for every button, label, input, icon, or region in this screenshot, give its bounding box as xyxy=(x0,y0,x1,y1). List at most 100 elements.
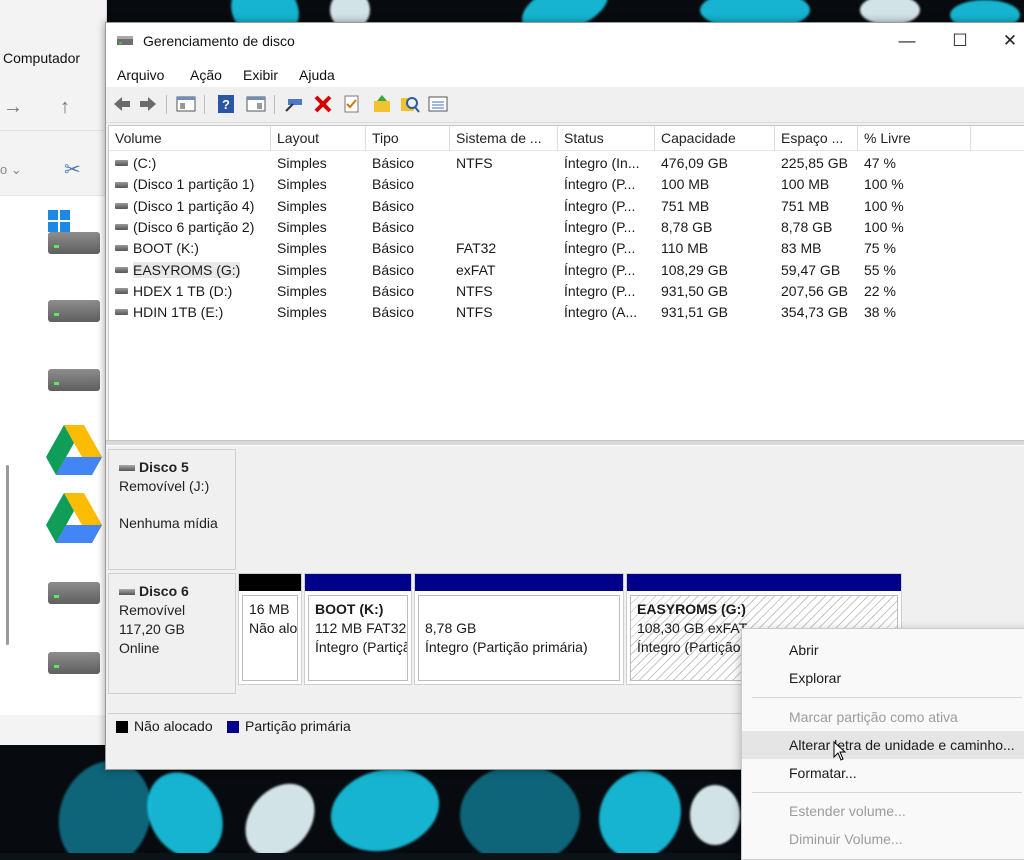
menu-ajuda[interactable]: Ajuda xyxy=(299,67,335,83)
pane-splitter[interactable] xyxy=(106,440,1024,446)
cell-capacidade: 108,29 GB xyxy=(655,260,775,281)
view-dropdown[interactable]: o ⌄ xyxy=(0,162,22,178)
disk-5-label[interactable]: Disco 5 Removível (J:) Nenhuma mídia xyxy=(108,449,236,570)
cell-text: 354,73 GB xyxy=(781,304,848,321)
drive-icon[interactable] xyxy=(48,300,100,322)
disk-state: Nenhuma mídia xyxy=(119,515,218,531)
explorer-scrollbar[interactable] xyxy=(6,465,9,645)
forward-arrow-icon[interactable]: → xyxy=(3,96,23,119)
cell-text: 75 % xyxy=(864,240,896,257)
table-row[interactable]: (Disco 1 partição 1) Simples Básico Íntegro… xyxy=(109,174,1024,195)
forward-arrow-icon[interactable] xyxy=(138,95,158,113)
cell-text: (C:) xyxy=(133,155,157,171)
column-header-livre[interactable]: % Livre xyxy=(858,126,971,150)
cell-fs: exFAT xyxy=(450,260,558,281)
column-header-capacidade[interactable]: Capacidade xyxy=(655,126,775,150)
cell-text: 100 % xyxy=(864,197,904,214)
cell-text: Simples xyxy=(277,282,327,299)
disk-6-label[interactable]: Disco 6 Removível 117,20 GB Online xyxy=(108,573,236,694)
search-icon[interactable] xyxy=(400,95,420,113)
table-row[interactable]: HDEX 1 TB (D:) Simples Básico NTFS Íntegro (… xyxy=(109,281,1024,302)
volume-icon xyxy=(115,160,128,167)
disk-icon xyxy=(119,588,135,595)
file-explorer-window: Computador → ↑ o ⌄ ✂ xyxy=(0,0,107,745)
column-header-status[interactable]: Status xyxy=(558,126,655,150)
connect-icon[interactable] xyxy=(284,95,304,113)
menu-acao[interactable]: Ação xyxy=(190,67,222,83)
cut-icon[interactable]: ✂ xyxy=(64,157,81,182)
up-folder-icon[interactable] xyxy=(372,95,392,113)
minimize-button[interactable]: — xyxy=(883,23,931,60)
drive-icon[interactable] xyxy=(48,369,100,391)
menu-item-alterar-letra[interactable]: Alterar letra de unidade e caminho... xyxy=(742,731,1024,759)
cell-fs xyxy=(450,196,558,217)
cell-text: BOOT (K:) xyxy=(133,240,199,257)
table-row[interactable]: EASYROMS (G:) Simples Básico exFAT Íntegro (… xyxy=(109,260,1024,281)
cell-espaco: 225,85 GB xyxy=(775,153,858,174)
legend-unallocated: Não alocado xyxy=(134,718,213,734)
delete-icon[interactable] xyxy=(313,95,333,113)
cell-livre: 22 % xyxy=(858,281,971,302)
menu-item-explorar[interactable]: Explorar xyxy=(742,664,1024,692)
cell-text: 55 % xyxy=(864,261,896,278)
cell-text: Íntegro (P... xyxy=(564,176,636,193)
disk-size: 117,20 GB xyxy=(119,621,185,637)
table-row[interactable]: (Disco 1 partição 4) Simples Básico Íntegro… xyxy=(109,196,1024,217)
partition-unallocated[interactable]: 16 MB Não alocado xyxy=(238,573,302,685)
google-drive-icon[interactable] xyxy=(46,493,102,543)
drive-icon[interactable] xyxy=(48,582,100,604)
cell-text: FAT32 xyxy=(456,240,497,257)
cell-text: Básico xyxy=(372,155,415,171)
cell-livre: 55 % xyxy=(858,260,971,281)
cell-text: NTFS xyxy=(456,282,493,299)
cell-capacidade: 751 MB xyxy=(655,196,775,217)
up-arrow-icon[interactable]: ↑ xyxy=(60,96,70,119)
cell-livre: 100 % xyxy=(858,196,971,217)
cell-text: Íntegro (P... xyxy=(564,240,636,257)
cell-volume: HDIN 1TB (E:) xyxy=(109,302,271,323)
cell-text: 931,50 GB xyxy=(661,282,728,299)
drive-icon[interactable] xyxy=(48,232,100,254)
properties-icon[interactable] xyxy=(246,95,266,113)
table-row[interactable]: HDIN 1TB (E:) Simples Básico NTFS Íntegro (A… xyxy=(109,302,1024,323)
cell-tipo: Básico xyxy=(366,302,450,323)
check-icon[interactable] xyxy=(342,95,362,113)
drive-icon[interactable] xyxy=(48,652,100,674)
cell-text: 47 % xyxy=(864,155,896,171)
disk-type: Removível (J:) xyxy=(119,478,210,494)
cell-fs: NTFS xyxy=(450,302,558,323)
help-icon[interactable]: ? xyxy=(216,95,236,113)
maximize-button[interactable]: ☐ xyxy=(936,23,984,60)
volume-list: Volume Layout Tipo Sistema de ... Status… xyxy=(108,125,1024,441)
table-row[interactable]: (Disco 6 partição 2) Simples Básico Íntegro… xyxy=(109,217,1024,238)
column-header-layout[interactable]: Layout xyxy=(271,126,366,150)
console-tree-icon[interactable] xyxy=(176,95,196,113)
cell-livre: 75 % xyxy=(858,238,971,259)
column-header-sistema[interactable]: Sistema de ... xyxy=(450,126,558,150)
cell-text: 8,78 GB xyxy=(781,218,833,235)
menu-item-abrir[interactable]: Abrir xyxy=(742,636,1024,664)
menu-exibir[interactable]: Exibir xyxy=(243,67,278,83)
cell-fs xyxy=(450,174,558,195)
close-button[interactable]: ✕ xyxy=(986,23,1024,60)
partition-primary[interactable]: 8,78 GB Íntegro (Partição primária) xyxy=(414,573,624,685)
google-drive-icon[interactable] xyxy=(46,425,102,475)
cell-volume: (C:) xyxy=(109,153,271,174)
table-row[interactable]: BOOT (K:) Simples Básico FAT32 Íntegro (P...… xyxy=(109,238,1024,259)
column-header-tipo[interactable]: Tipo xyxy=(366,126,450,150)
cell-text: Íntegro (P... xyxy=(564,197,636,214)
cell-tipo: Básico xyxy=(366,281,450,302)
back-arrow-icon[interactable] xyxy=(112,95,132,113)
partition-size: 8,78 GB xyxy=(425,620,477,636)
partition-boot[interactable]: BOOT (K:) 112 MB FAT32 Íntegro (Partição p… xyxy=(304,573,412,685)
menu-item-formatar[interactable]: Formatar... xyxy=(742,759,1024,787)
column-header-volume[interactable]: Volume xyxy=(109,126,271,150)
cell-capacidade: 931,50 GB xyxy=(655,281,775,302)
list-view-icon[interactable] xyxy=(428,95,448,113)
column-header-espaco[interactable]: Espaço ... xyxy=(775,126,858,150)
menu-bar: Arquivo Ação Exibir Ajuda xyxy=(106,60,1024,87)
volume-list-header: Volume Layout Tipo Sistema de ... Status… xyxy=(109,126,1024,151)
menu-arquivo[interactable]: Arquivo xyxy=(117,67,164,83)
table-row[interactable]: (C:) Simples Básico NTFS Íntegro (In... 476,0… xyxy=(109,153,1024,174)
cell-text: Íntegro (A... xyxy=(564,304,638,321)
